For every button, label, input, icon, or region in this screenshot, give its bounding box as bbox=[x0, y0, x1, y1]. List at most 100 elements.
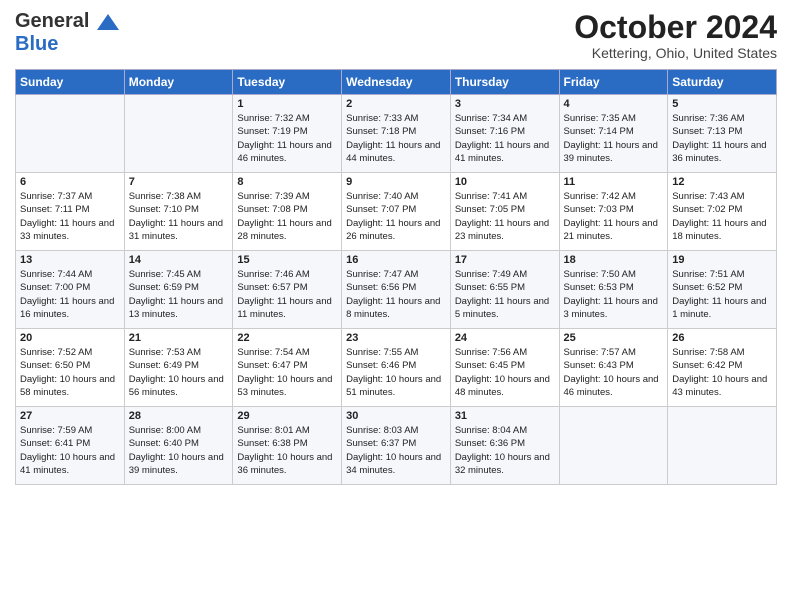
day-number: 3 bbox=[455, 98, 555, 110]
calendar-week-row: 27 Sunrise: 7:59 AM Sunset: 6:41 PM Dayli… bbox=[16, 407, 777, 485]
calendar-cell: 18 Sunrise: 7:50 AM Sunset: 6:53 PM Dayli… bbox=[559, 251, 668, 329]
calendar-cell: 8 Sunrise: 7:39 AM Sunset: 7:08 PM Daylig… bbox=[233, 173, 342, 251]
calendar-cell bbox=[559, 407, 668, 485]
day-number: 11 bbox=[564, 176, 664, 188]
calendar-cell: 12Sunrise: 7:43 AM Sunset: 7:02 PM Dayli… bbox=[668, 173, 777, 251]
day-number: 10 bbox=[455, 176, 555, 188]
day-number: 19 bbox=[672, 254, 772, 266]
day-number: 1 bbox=[237, 98, 337, 110]
day-info: Sunrise: 7:41 AM Sunset: 7:05 PM Dayligh… bbox=[455, 190, 555, 243]
calendar-cell: 24 Sunrise: 7:56 AM Sunset: 6:45 PM Dayli… bbox=[450, 329, 559, 407]
day-info: Sunrise: 7:37 AM Sunset: 7:11 PM Dayligh… bbox=[20, 190, 120, 243]
day-number: 8 bbox=[237, 176, 337, 188]
calendar-week-row: 1 Sunrise: 7:32 AM Sunset: 7:19 PM Daylig… bbox=[16, 95, 777, 173]
day-info: Sunrise: 7:32 AM Sunset: 7:19 PM Dayligh… bbox=[237, 112, 337, 165]
day-number: 2 bbox=[346, 98, 446, 110]
calendar-cell: 7 Sunrise: 7:38 AM Sunset: 7:10 PM Daylig… bbox=[124, 173, 233, 251]
day-number: 29 bbox=[237, 410, 337, 422]
day-number: 15 bbox=[237, 254, 337, 266]
day-info: Sunrise: 7:44 AM Sunset: 7:00 PM Dayligh… bbox=[20, 268, 120, 321]
logo: General Blue bbox=[15, 10, 119, 56]
calendar-cell: 4 Sunrise: 7:35 AM Sunset: 7:14 PM Daylig… bbox=[559, 95, 668, 173]
day-number: 5 bbox=[672, 98, 772, 110]
calendar-week-row: 13 Sunrise: 7:44 AM Sunset: 7:00 PM Dayli… bbox=[16, 251, 777, 329]
header: General Blue October 2024 Kettering, Ohi… bbox=[15, 10, 777, 61]
day-number: 9 bbox=[346, 176, 446, 188]
calendar-cell: 2 Sunrise: 7:33 AM Sunset: 7:18 PM Daylig… bbox=[342, 95, 451, 173]
day-number: 31 bbox=[455, 410, 555, 422]
day-number: 24 bbox=[455, 332, 555, 344]
day-number: 7 bbox=[129, 176, 229, 188]
day-number: 22 bbox=[237, 332, 337, 344]
calendar-week-row: 20 Sunrise: 7:52 AM Sunset: 6:50 PM Dayli… bbox=[16, 329, 777, 407]
day-info: Sunrise: 7:49 AM Sunset: 6:55 PM Dayligh… bbox=[455, 268, 555, 321]
calendar-cell: 3 Sunrise: 7:34 AM Sunset: 7:16 PM Daylig… bbox=[450, 95, 559, 173]
day-number: 14 bbox=[129, 254, 229, 266]
calendar-cell: 27 Sunrise: 7:59 AM Sunset: 6:41 PM Dayli… bbox=[16, 407, 125, 485]
day-info: Sunrise: 7:46 AM Sunset: 6:57 PM Dayligh… bbox=[237, 268, 337, 321]
month-title: October 2024 bbox=[574, 10, 777, 45]
calendar-header-row: SundayMondayTuesdayWednesdayThursdayFrid… bbox=[16, 70, 777, 95]
day-info: Sunrise: 7:51 AM Sunset: 6:52 PM Dayligh… bbox=[672, 268, 772, 321]
day-info: Sunrise: 8:00 AM Sunset: 6:40 PM Dayligh… bbox=[129, 424, 229, 477]
day-number: 23 bbox=[346, 332, 446, 344]
day-info: Sunrise: 7:36 AM Sunset: 7:13 PM Dayligh… bbox=[672, 112, 772, 165]
calendar-cell: 13 Sunrise: 7:44 AM Sunset: 7:00 PM Dayli… bbox=[16, 251, 125, 329]
day-of-week-header: Tuesday bbox=[233, 70, 342, 95]
day-info: Sunrise: 7:38 AM Sunset: 7:10 PM Dayligh… bbox=[129, 190, 229, 243]
day-info: Sunrise: 7:35 AM Sunset: 7:14 PM Dayligh… bbox=[564, 112, 664, 165]
day-info: Sunrise: 7:33 AM Sunset: 7:18 PM Dayligh… bbox=[346, 112, 446, 165]
day-info: Sunrise: 7:53 AM Sunset: 6:49 PM Dayligh… bbox=[129, 346, 229, 399]
calendar-cell: 6Sunrise: 7:37 AM Sunset: 7:11 PM Daylig… bbox=[16, 173, 125, 251]
day-info: Sunrise: 7:52 AM Sunset: 6:50 PM Dayligh… bbox=[20, 346, 120, 399]
calendar-cell: 14 Sunrise: 7:45 AM Sunset: 6:59 PM Dayli… bbox=[124, 251, 233, 329]
day-number: 4 bbox=[564, 98, 664, 110]
day-info: Sunrise: 7:40 AM Sunset: 7:07 PM Dayligh… bbox=[346, 190, 446, 243]
day-info: Sunrise: 7:50 AM Sunset: 6:53 PM Dayligh… bbox=[564, 268, 664, 321]
day-number: 26 bbox=[672, 332, 772, 344]
day-info: Sunrise: 8:01 AM Sunset: 6:38 PM Dayligh… bbox=[237, 424, 337, 477]
calendar-cell bbox=[124, 95, 233, 173]
calendar-cell bbox=[668, 407, 777, 485]
calendar-cell: 20 Sunrise: 7:52 AM Sunset: 6:50 PM Dayli… bbox=[16, 329, 125, 407]
day-number: 27 bbox=[20, 410, 120, 422]
day-info: Sunrise: 8:03 AM Sunset: 6:37 PM Dayligh… bbox=[346, 424, 446, 477]
day-info: Sunrise: 7:55 AM Sunset: 6:46 PM Dayligh… bbox=[346, 346, 446, 399]
calendar-cell: 28Sunrise: 8:00 AM Sunset: 6:40 PM Dayli… bbox=[124, 407, 233, 485]
day-info: Sunrise: 8:04 AM Sunset: 6:36 PM Dayligh… bbox=[455, 424, 555, 477]
day-info: Sunrise: 7:56 AM Sunset: 6:45 PM Dayligh… bbox=[455, 346, 555, 399]
day-info: Sunrise: 7:59 AM Sunset: 6:41 PM Dayligh… bbox=[20, 424, 120, 477]
day-info: Sunrise: 7:58 AM Sunset: 6:42 PM Dayligh… bbox=[672, 346, 772, 399]
calendar-cell: 17Sunrise: 7:49 AM Sunset: 6:55 PM Dayli… bbox=[450, 251, 559, 329]
day-info: Sunrise: 7:39 AM Sunset: 7:08 PM Dayligh… bbox=[237, 190, 337, 243]
day-of-week-header: Saturday bbox=[668, 70, 777, 95]
day-info: Sunrise: 7:47 AM Sunset: 6:56 PM Dayligh… bbox=[346, 268, 446, 321]
calendar-table: SundayMondayTuesdayWednesdayThursdayFrid… bbox=[15, 69, 777, 485]
calendar-cell: 30Sunrise: 8:03 AM Sunset: 6:37 PM Dayli… bbox=[342, 407, 451, 485]
calendar-cell: 19 Sunrise: 7:51 AM Sunset: 6:52 PM Dayli… bbox=[668, 251, 777, 329]
calendar-cell: 1 Sunrise: 7:32 AM Sunset: 7:19 PM Daylig… bbox=[233, 95, 342, 173]
day-info: Sunrise: 7:34 AM Sunset: 7:16 PM Dayligh… bbox=[455, 112, 555, 165]
calendar-cell: 31 Sunrise: 8:04 AM Sunset: 6:36 PM Dayli… bbox=[450, 407, 559, 485]
calendar-cell bbox=[16, 95, 125, 173]
day-number: 13 bbox=[20, 254, 120, 266]
day-of-week-header: Thursday bbox=[450, 70, 559, 95]
day-info: Sunrise: 7:45 AM Sunset: 6:59 PM Dayligh… bbox=[129, 268, 229, 321]
day-number: 18 bbox=[564, 254, 664, 266]
calendar-cell: 25Sunrise: 7:57 AM Sunset: 6:43 PM Dayli… bbox=[559, 329, 668, 407]
day-number: 12 bbox=[672, 176, 772, 188]
calendar-cell: 9 Sunrise: 7:40 AM Sunset: 7:07 PM Daylig… bbox=[342, 173, 451, 251]
day-info: Sunrise: 7:42 AM Sunset: 7:03 PM Dayligh… bbox=[564, 190, 664, 243]
day-of-week-header: Friday bbox=[559, 70, 668, 95]
calendar-cell: 10 Sunrise: 7:41 AM Sunset: 7:05 PM Dayli… bbox=[450, 173, 559, 251]
logo-icon bbox=[97, 14, 119, 30]
calendar-cell: 11 Sunrise: 7:42 AM Sunset: 7:03 PM Dayli… bbox=[559, 173, 668, 251]
calendar-cell: 22Sunrise: 7:54 AM Sunset: 6:47 PM Dayli… bbox=[233, 329, 342, 407]
calendar-week-row: 6Sunrise: 7:37 AM Sunset: 7:11 PM Daylig… bbox=[16, 173, 777, 251]
day-number: 20 bbox=[20, 332, 120, 344]
day-number: 21 bbox=[129, 332, 229, 344]
day-of-week-header: Sunday bbox=[16, 70, 125, 95]
logo-text: General bbox=[15, 10, 119, 33]
calendar-cell: 26 Sunrise: 7:58 AM Sunset: 6:42 PM Dayli… bbox=[668, 329, 777, 407]
title-block: October 2024 Kettering, Ohio, United Sta… bbox=[574, 10, 777, 61]
